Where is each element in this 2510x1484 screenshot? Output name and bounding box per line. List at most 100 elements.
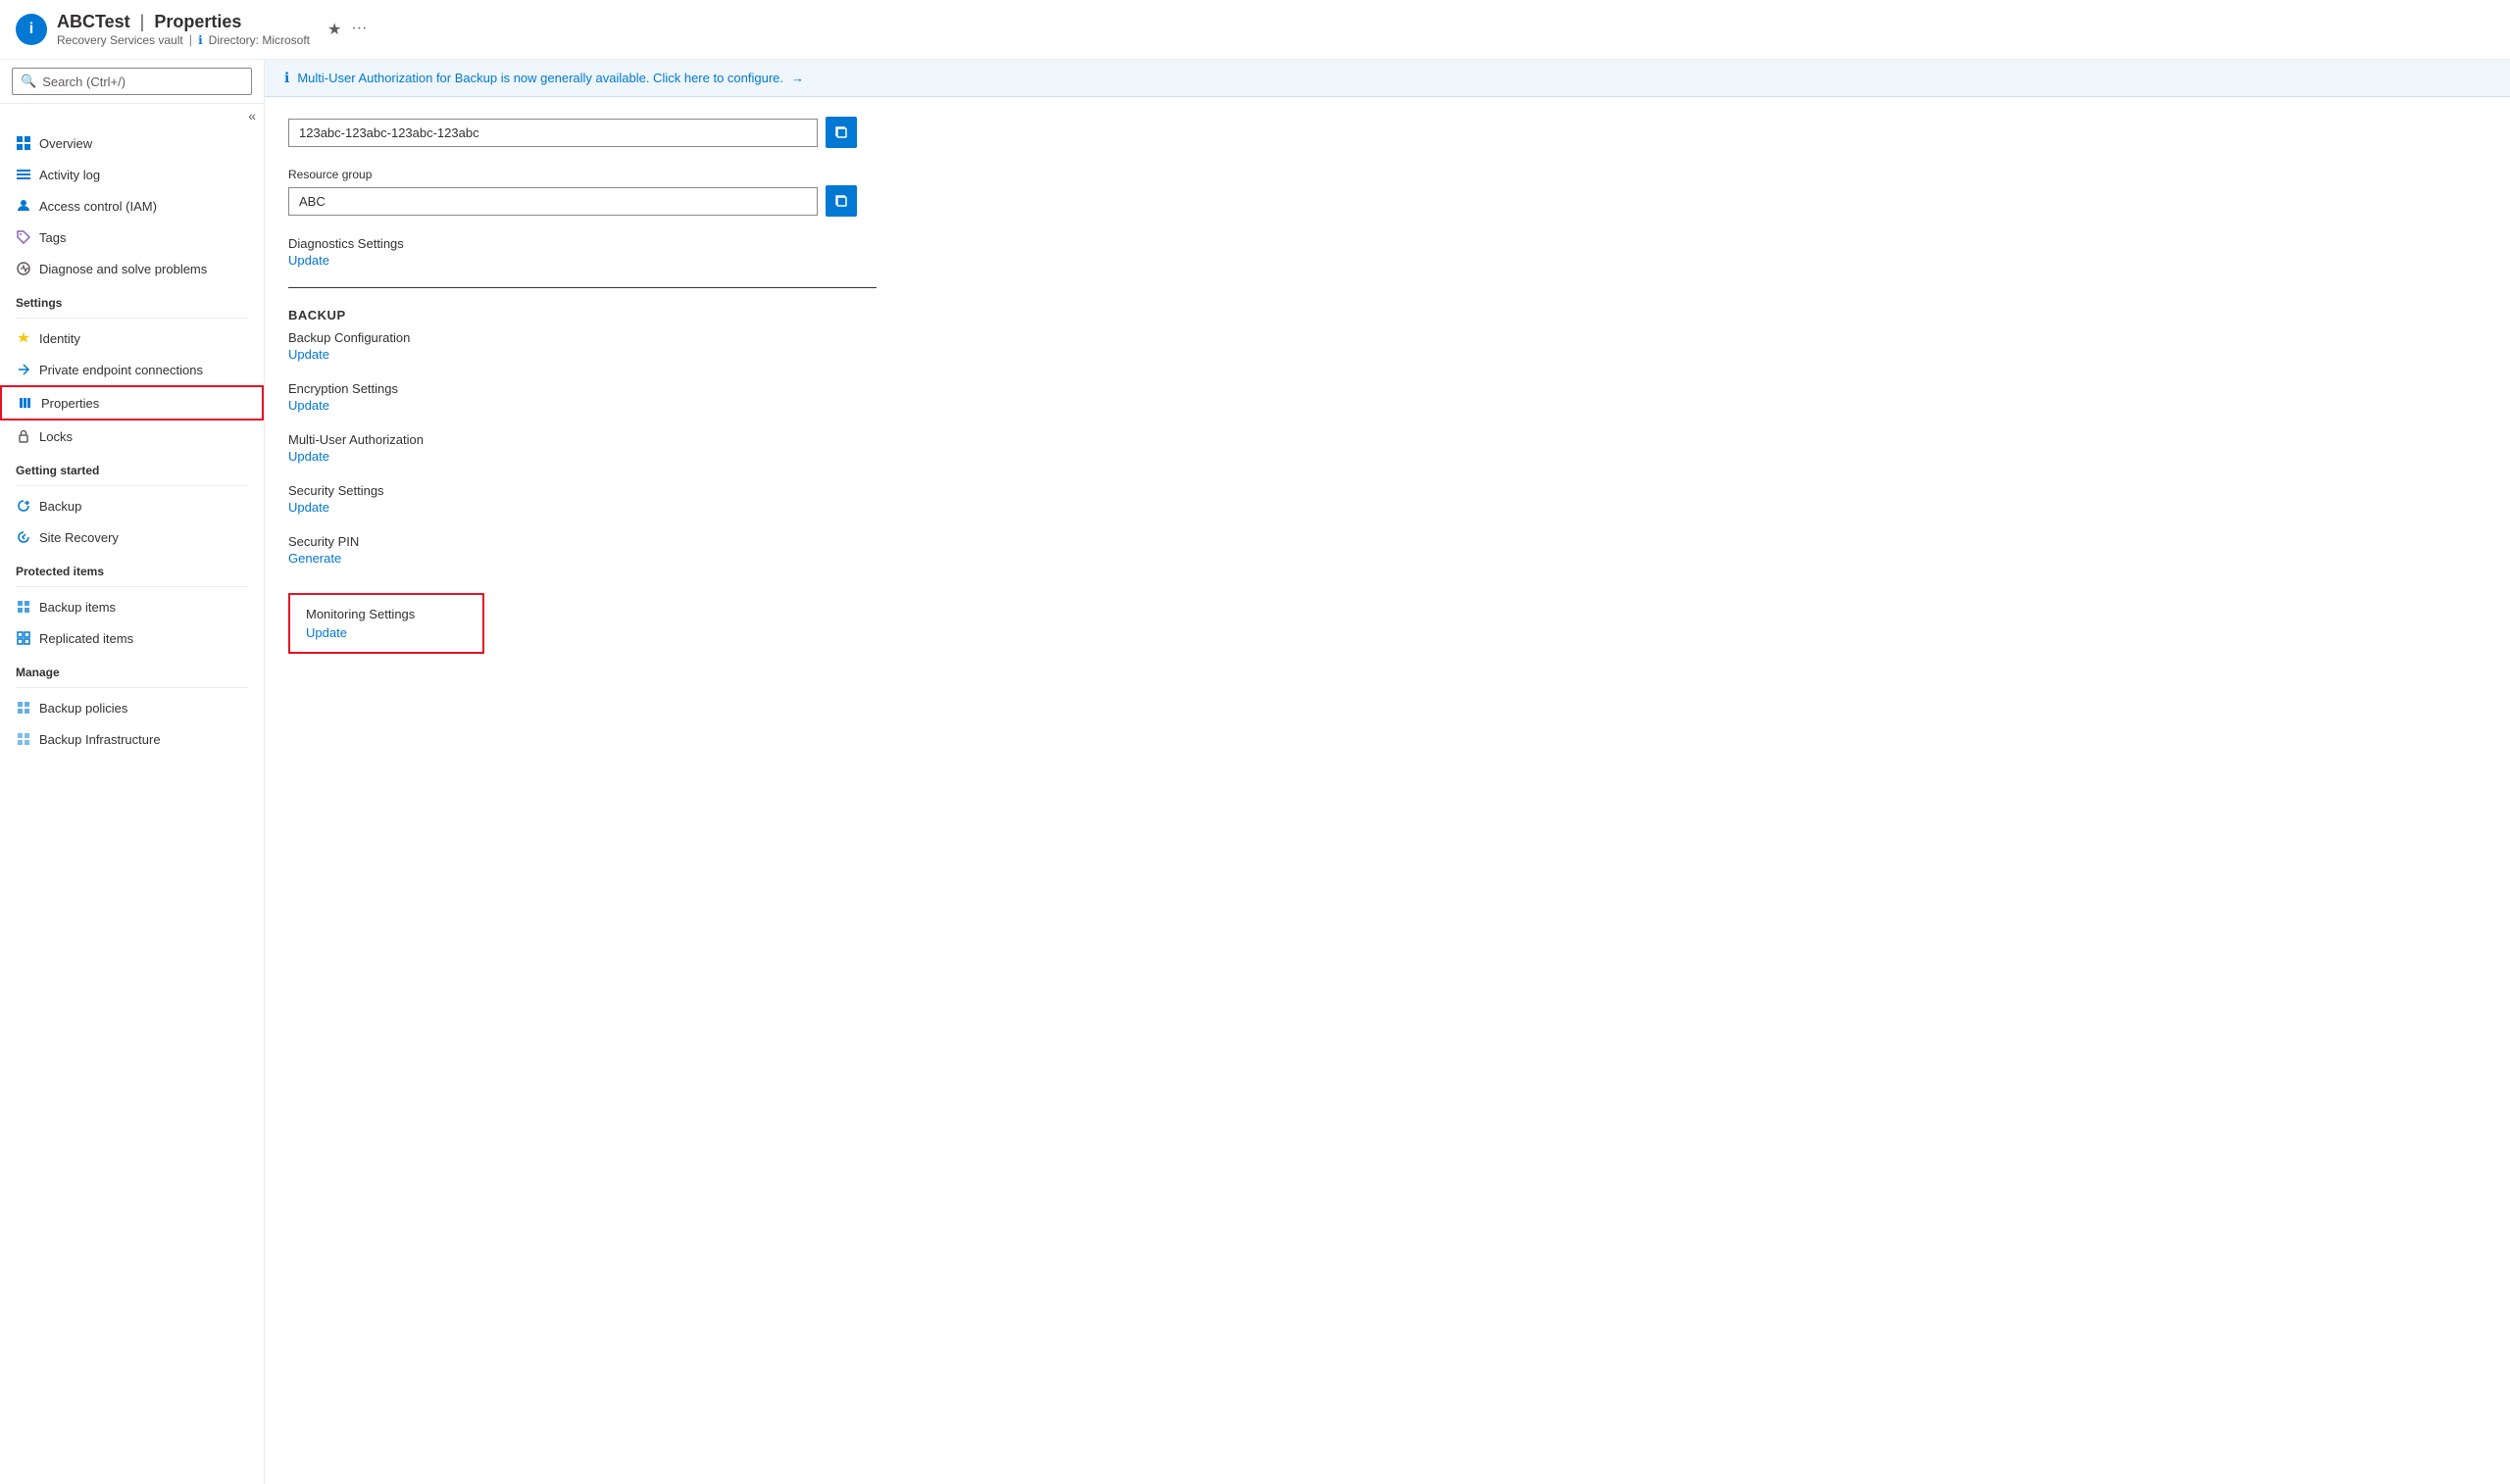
section-divider: [288, 287, 877, 288]
site-recovery-icon: [16, 529, 31, 545]
app-body: 🔍 Search (Ctrl+/) « Overview Activity lo…: [0, 60, 2510, 1484]
resource-id-row: [288, 117, 2486, 148]
private-endpoint-icon: [16, 362, 31, 377]
sidebar-item-diagnose[interactable]: Diagnose and solve problems: [0, 253, 264, 284]
properties-label: Properties: [41, 396, 99, 411]
monitoring-settings-label: Monitoring Settings: [306, 607, 467, 621]
encryption-settings-update-link[interactable]: Update: [288, 398, 2486, 413]
security-pin-generate-link[interactable]: Generate: [288, 551, 2486, 566]
favorite-button[interactable]: ★: [327, 20, 341, 39]
activity-log-icon: [16, 167, 31, 182]
resource-group-section: Resource group: [288, 168, 2486, 217]
security-settings: Security Settings Update: [288, 483, 2486, 515]
copy-resource-group-button[interactable]: [826, 185, 857, 217]
security-pin: Security PIN Generate: [288, 534, 2486, 566]
sidebar-item-identity[interactable]: Identity: [0, 322, 264, 354]
sidebar-item-tags[interactable]: Tags: [0, 222, 264, 253]
search-bar[interactable]: 🔍 Search (Ctrl+/): [0, 60, 264, 104]
resource-group-input[interactable]: [288, 187, 818, 216]
activity-log-label: Activity log: [39, 168, 100, 182]
page-header: i ABCTest | Properties Recovery Services…: [0, 0, 2510, 60]
overview-label: Overview: [39, 136, 92, 151]
security-settings-update-link[interactable]: Update: [288, 500, 2486, 515]
locks-icon: [16, 428, 31, 444]
sidebar-item-locks[interactable]: Locks: [0, 420, 264, 452]
section-getting-started: Getting started: [0, 452, 264, 481]
backup-items-label: Backup items: [39, 600, 116, 615]
access-control-label: Access control (IAM): [39, 199, 157, 214]
monitoring-settings: Monitoring Settings Update: [288, 593, 484, 654]
header-actions: ★ ···: [327, 20, 367, 39]
overview-icon: [16, 135, 31, 151]
multi-user-auth: Multi-User Authorization Update: [288, 432, 2486, 464]
backup-items-icon: [16, 599, 31, 615]
properties-icon: [18, 395, 33, 411]
sidebar-item-backup-infrastructure[interactable]: Backup Infrastructure: [0, 723, 264, 755]
sidebar-item-backup-items[interactable]: Backup items: [0, 591, 264, 622]
getting-started-divider: [16, 485, 248, 486]
vault-name: ABCTest: [57, 12, 130, 32]
backup-policies-icon: [16, 700, 31, 716]
directory-label: Directory: Microsoft: [209, 33, 310, 47]
resource-group-label: Resource group: [288, 168, 2486, 181]
diagnostics-label: Diagnostics Settings: [288, 236, 2486, 251]
tags-label: Tags: [39, 230, 66, 245]
info-icon: ℹ: [198, 33, 203, 47]
app-icon: i: [16, 14, 47, 45]
resource-group-row: [288, 185, 2486, 217]
identity-label: Identity: [39, 331, 80, 346]
diagnostics-settings: Diagnostics Settings Update: [288, 236, 2486, 268]
section-protected-items: Protected items: [0, 553, 264, 582]
sidebar-item-access-control[interactable]: Access control (IAM): [0, 190, 264, 222]
sidebar: 🔍 Search (Ctrl+/) « Overview Activity lo…: [0, 60, 265, 1484]
backup-configuration: Backup Configuration Update: [288, 330, 2486, 362]
multi-user-auth-update-link[interactable]: Update: [288, 449, 2486, 464]
locks-label: Locks: [39, 429, 73, 444]
notification-text: Multi-User Authorization for Backup is n…: [297, 71, 783, 85]
page-title: Properties: [154, 12, 241, 32]
sidebar-item-replicated-items[interactable]: Replicated items: [0, 622, 264, 654]
encryption-settings: Encryption Settings Update: [288, 381, 2486, 413]
header-title-group: ABCTest | Properties Recovery Services v…: [57, 12, 310, 47]
sidebar-item-overview[interactable]: Overview: [0, 127, 264, 159]
search-placeholder: Search (Ctrl+/): [42, 74, 126, 89]
backup-policies-label: Backup policies: [39, 701, 127, 716]
backup-icon: [16, 498, 31, 514]
replicated-items-icon: [16, 630, 31, 646]
sidebar-item-site-recovery[interactable]: Site Recovery: [0, 521, 264, 553]
backup-config-label: Backup Configuration: [288, 330, 2486, 345]
vault-type: Recovery Services vault: [57, 33, 183, 47]
security-pin-label: Security PIN: [288, 534, 2486, 549]
monitoring-settings-update-link[interactable]: Update: [306, 625, 467, 640]
settings-divider: [16, 318, 248, 319]
sidebar-item-backup[interactable]: Backup: [0, 490, 264, 521]
notification-bar[interactable]: ℹ Multi-User Authorization for Backup is…: [265, 60, 2510, 97]
notification-arrow: →: [791, 71, 804, 85]
sidebar-item-backup-policies[interactable]: Backup policies: [0, 692, 264, 723]
section-manage: Manage: [0, 654, 264, 683]
diagnose-icon: [16, 261, 31, 276]
multi-user-auth-label: Multi-User Authorization: [288, 432, 2486, 447]
sidebar-item-properties[interactable]: Properties: [0, 385, 264, 420]
diagnose-label: Diagnose and solve problems: [39, 262, 207, 276]
private-endpoint-label: Private endpoint connections: [39, 363, 203, 377]
more-options-button[interactable]: ···: [351, 20, 367, 39]
title-separator: |: [140, 12, 145, 32]
resource-id-input[interactable]: [288, 119, 818, 147]
backup-label: Backup: [39, 499, 81, 514]
section-settings: Settings: [0, 284, 264, 314]
sidebar-item-private-endpoint[interactable]: Private endpoint connections: [0, 354, 264, 385]
search-icon: 🔍: [21, 74, 36, 89]
diagnostics-update-link[interactable]: Update: [288, 253, 2486, 268]
site-recovery-label: Site Recovery: [39, 530, 119, 545]
sidebar-item-activity-log[interactable]: Activity log: [0, 159, 264, 190]
copy-resource-id-button[interactable]: [826, 117, 857, 148]
security-settings-label: Security Settings: [288, 483, 2486, 498]
identity-icon: [16, 330, 31, 346]
sidebar-collapse-btn[interactable]: «: [0, 104, 264, 127]
backup-section-title: BACKUP: [288, 308, 2486, 322]
search-input[interactable]: 🔍 Search (Ctrl+/): [12, 68, 252, 95]
backup-infrastructure-icon: [16, 731, 31, 747]
protected-items-divider: [16, 586, 248, 587]
backup-config-update-link[interactable]: Update: [288, 347, 2486, 362]
